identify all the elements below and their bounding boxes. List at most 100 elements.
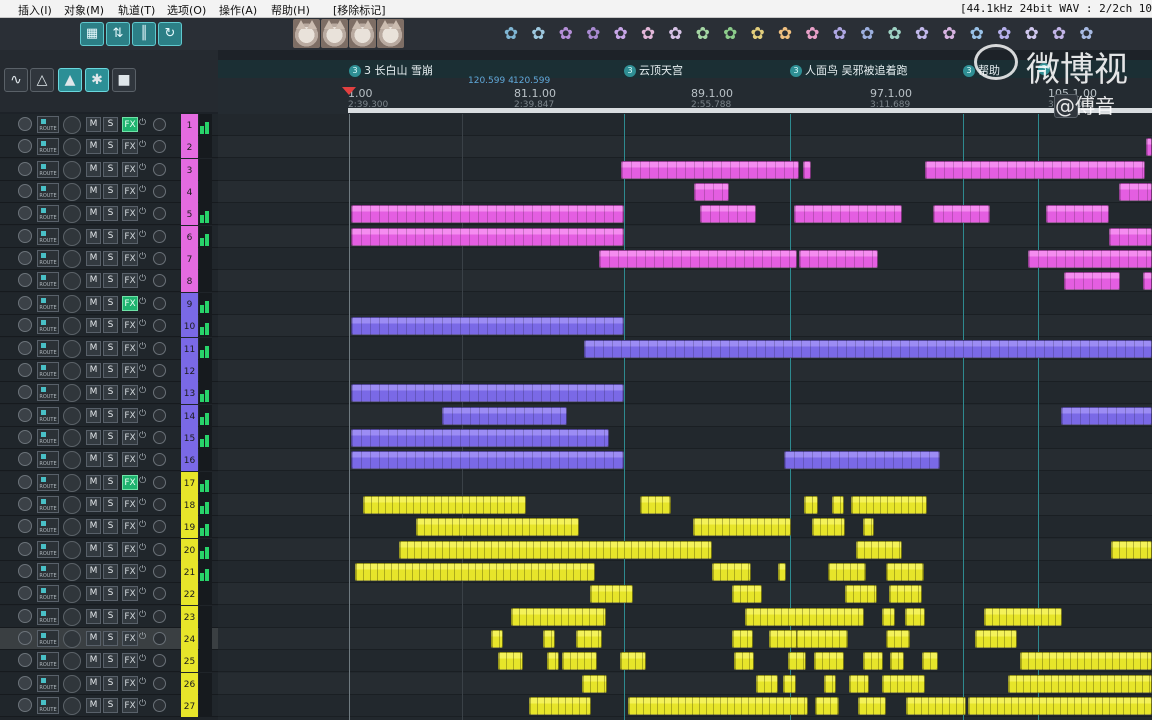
mute-button[interactable]: M [86, 631, 101, 647]
media-item[interactable] [783, 674, 796, 693]
media-item[interactable] [968, 697, 1152, 716]
fx-bypass-icon[interactable]: ⏻ [139, 319, 149, 331]
route-button[interactable]: ROUTE [37, 160, 59, 178]
route-button[interactable]: ROUTE [37, 607, 59, 625]
solo-button[interactable]: S [103, 429, 118, 445]
fx-button[interactable]: FX [122, 564, 138, 579]
media-item[interactable] [851, 495, 927, 514]
volume-knob[interactable] [18, 340, 32, 355]
pan-knob[interactable] [63, 406, 81, 425]
arrange-view[interactable] [218, 114, 1152, 720]
track-header[interactable]: ROUTE M S FX ⏻ 16 [0, 449, 218, 472]
fx-button[interactable]: FX [122, 161, 138, 177]
volume-knob[interactable] [18, 362, 32, 377]
volume-knob[interactable] [18, 564, 32, 578]
route-button[interactable]: ROUTE [37, 250, 59, 268]
mute-button[interactable]: M [86, 228, 101, 244]
cat-avatar-icon[interactable] [293, 19, 320, 48]
media-item[interactable] [796, 630, 848, 649]
mute-button[interactable]: M [86, 496, 101, 512]
cat-avatar-icon[interactable] [377, 19, 404, 48]
media-item[interactable] [621, 160, 799, 179]
track-header[interactable]: ROUTE M S FX ⏻ 5 [0, 203, 218, 226]
volume-knob[interactable] [18, 541, 32, 556]
volume-knob[interactable] [18, 496, 32, 511]
record-arm-button[interactable] [153, 386, 166, 400]
pan-knob[interactable] [63, 160, 81, 179]
fx-bypass-icon[interactable]: ⏻ [139, 699, 149, 711]
pan-knob[interactable] [63, 585, 81, 604]
volume-knob[interactable] [18, 273, 32, 288]
media-item[interactable] [922, 652, 938, 671]
media-item[interactable] [511, 607, 606, 626]
route-button[interactable]: ROUTE [37, 540, 59, 558]
route-button[interactable]: ROUTE [37, 361, 59, 379]
mute-button[interactable]: M [86, 139, 101, 155]
track-lane[interactable] [218, 292, 1152, 315]
route-button[interactable]: ROUTE [37, 272, 59, 290]
media-item[interactable] [984, 607, 1062, 626]
track-header[interactable]: ROUTE M S FX ⏻ 24 [0, 628, 218, 651]
route-button[interactable]: ROUTE [37, 384, 59, 402]
mute-button[interactable]: M [86, 161, 101, 177]
media-item[interactable] [803, 160, 811, 179]
media-item[interactable] [882, 607, 895, 626]
media-item[interactable] [925, 160, 1145, 179]
mute-button[interactable]: M [86, 407, 101, 423]
solo-button[interactable]: S [103, 586, 118, 602]
volume-knob[interactable] [18, 318, 32, 333]
record-arm-button[interactable] [153, 475, 166, 489]
tempo-marker[interactable]: 120.599 4 [468, 76, 514, 86]
pan-knob[interactable] [63, 317, 81, 336]
track-lane[interactable] [218, 650, 1152, 673]
track-lane[interactable] [218, 270, 1152, 293]
route-button[interactable]: ROUTE [37, 116, 59, 133]
pan-knob[interactable] [63, 518, 81, 537]
volume-knob[interactable] [18, 519, 32, 534]
marker-2[interactable]: 3 云顶天宫 [624, 62, 683, 78]
fx-bypass-icon[interactable]: ⏻ [139, 498, 149, 510]
fx-button[interactable]: FX [122, 228, 138, 244]
media-item[interactable] [1119, 183, 1152, 202]
track-color-preset-icon[interactable]: ✿ [637, 23, 659, 45]
track-color-preset-icon[interactable]: ✿ [856, 23, 878, 45]
fx-bypass-icon[interactable]: ⏻ [139, 185, 149, 197]
solo-button[interactable]: S [103, 564, 118, 579]
pan-knob[interactable] [63, 384, 81, 403]
track-header[interactable]: ROUTE M S FX ⏻ 11 [0, 337, 218, 360]
fx-bypass-icon[interactable]: ⏻ [139, 565, 149, 577]
media-item[interactable] [1109, 227, 1152, 246]
media-item[interactable] [640, 495, 671, 514]
media-item[interactable] [1064, 272, 1120, 291]
media-item[interactable] [543, 630, 555, 649]
media-item[interactable] [1028, 250, 1152, 269]
record-arm-button[interactable] [153, 408, 166, 422]
record-arm-button[interactable] [153, 118, 166, 131]
media-item[interactable] [756, 674, 778, 693]
media-item[interactable] [882, 674, 925, 693]
volume-knob[interactable] [18, 139, 32, 154]
track-header[interactable]: ROUTE M S FX ⏻ 17 [0, 471, 218, 494]
track-color-preset-icon[interactable]: ✿ [527, 23, 549, 45]
menu-options[interactable]: 选项(O) [167, 2, 206, 18]
volume-knob[interactable] [18, 407, 32, 422]
route-button[interactable]: ROUTE [37, 227, 59, 245]
grid-icon[interactable]: ▦ [80, 22, 104, 46]
solo-button[interactable]: S [103, 318, 118, 334]
menu-item[interactable]: 对象(M) [64, 2, 104, 18]
pan-knob[interactable] [63, 227, 81, 246]
fx-button[interactable]: FX [122, 675, 138, 691]
volume-knob[interactable] [18, 675, 32, 690]
pan-knob[interactable] [63, 138, 81, 157]
media-item[interactable] [824, 674, 836, 693]
pan-knob[interactable] [63, 272, 81, 291]
route-button[interactable]: ROUTE [37, 406, 59, 424]
media-item[interactable] [576, 630, 602, 649]
pan-knob[interactable] [63, 451, 81, 470]
track-color-preset-icon[interactable]: ✿ [692, 23, 714, 45]
fx-bypass-icon[interactable]: ⏻ [139, 453, 149, 465]
volume-knob[interactable] [18, 452, 32, 467]
media-item[interactable] [856, 540, 902, 559]
solo-button[interactable]: S [103, 407, 118, 423]
mute-button[interactable]: M [86, 206, 101, 222]
